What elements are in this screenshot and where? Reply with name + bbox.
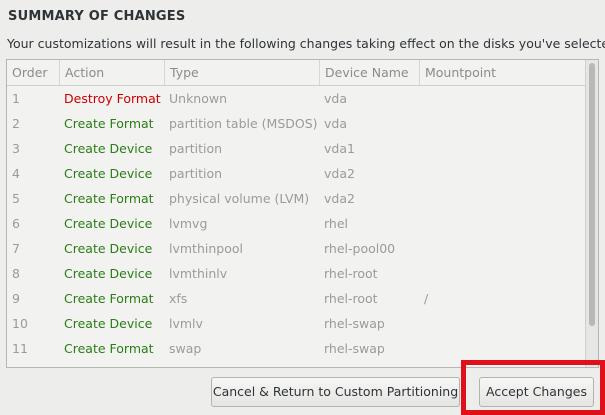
cell-mountpoint: /boot bbox=[419, 361, 456, 367]
cell-action: Create Format bbox=[64, 116, 154, 131]
cell-action: Create Device bbox=[64, 316, 153, 331]
cell-device-name: vda2 bbox=[324, 191, 355, 206]
cell-mountpoint bbox=[419, 336, 424, 361]
cell-type: lvmlv bbox=[169, 316, 203, 331]
cell-order: 4 bbox=[12, 166, 20, 181]
cell-order: 7 bbox=[12, 241, 20, 256]
table-row[interactable]: 9 Create Format xfs rhel-root / bbox=[7, 286, 585, 311]
cell-device-name: vda1 bbox=[324, 141, 355, 156]
cell-device-name: vda bbox=[324, 116, 347, 131]
cell-order: 3 bbox=[12, 141, 20, 156]
table-row[interactable]: 11 Create Format swap rhel-swap bbox=[7, 336, 585, 361]
table-row[interactable]: 10 Create Device lvmlv rhel-swap bbox=[7, 311, 585, 336]
cell-order: 11 bbox=[12, 341, 28, 356]
column-header-action[interactable]: Action bbox=[59, 60, 164, 85]
cell-mountpoint bbox=[419, 136, 424, 161]
cell-device-name: rhel bbox=[324, 216, 349, 231]
table-row[interactable]: 8 Create Device lvmthinlv rhel-root bbox=[7, 261, 585, 286]
table-header: Order Action Type Device Name Mountpoint bbox=[7, 60, 585, 86]
table-body: 1 Destroy Format Unknown vda 2 Create Format p… bbox=[7, 86, 585, 367]
cell-device-name: rhel-root bbox=[324, 291, 378, 306]
cell-action: Create Format bbox=[64, 341, 154, 356]
column-header-mountpoint[interactable]: Mountpoint bbox=[419, 60, 587, 85]
cell-order: 8 bbox=[12, 266, 20, 281]
cell-device-name: vda1 bbox=[319, 361, 355, 367]
cell-order: 6 bbox=[12, 216, 20, 231]
cell-action: Create Device bbox=[64, 266, 153, 281]
table-row[interactable]: 3 Create Device partition vda1 bbox=[7, 136, 585, 161]
cell-order: 2 bbox=[12, 116, 20, 131]
cell-action: Create Format bbox=[64, 191, 154, 206]
cell-order: 10 bbox=[12, 316, 28, 331]
cell-action: Destroy Format bbox=[64, 91, 161, 106]
cell-action: Create Device bbox=[64, 141, 153, 156]
cell-action: Create Format bbox=[59, 361, 154, 367]
cell-action: Create Device bbox=[64, 216, 153, 231]
cell-device-name: rhel-swap bbox=[324, 341, 385, 356]
table-row[interactable]: 4 Create Device partition vda2 bbox=[7, 161, 585, 186]
column-header-type[interactable]: Type bbox=[164, 60, 319, 85]
table-row[interactable]: 5 Create Format physical volume (LVM) vda2 bbox=[7, 186, 585, 211]
table-row[interactable]: 2 Create Format partition table (MSDOS) vda bbox=[7, 111, 585, 136]
cell-type: xfs bbox=[169, 291, 188, 306]
summary-title: SUMMARY OF CHANGES bbox=[8, 9, 186, 24]
column-header-order[interactable]: Order bbox=[7, 60, 59, 85]
cell-type: Unknown bbox=[169, 91, 228, 106]
highlight-annotation-box bbox=[461, 360, 605, 415]
cell-mountpoint bbox=[419, 211, 424, 236]
cell-mountpoint bbox=[419, 261, 424, 286]
table-row[interactable]: 6 Create Device lvmvg rhel bbox=[7, 211, 585, 236]
cell-type: swap bbox=[169, 341, 202, 356]
cell-action: Create Device bbox=[64, 241, 153, 256]
cell-mountpoint bbox=[419, 236, 424, 261]
cell-type: partition bbox=[169, 141, 223, 156]
cell-order: 1 bbox=[12, 91, 20, 106]
cell-device-name: rhel-swap bbox=[324, 316, 385, 331]
cell-order: 9 bbox=[12, 291, 20, 306]
cell-device-name: vda bbox=[324, 91, 347, 106]
cell-type: lvmthinpool bbox=[169, 241, 243, 256]
cell-action: Create Format bbox=[64, 291, 154, 306]
scrollbar-thumb[interactable] bbox=[589, 63, 595, 326]
cell-type: lvmvg bbox=[169, 216, 208, 231]
cell-device-name: rhel-root bbox=[324, 266, 378, 281]
cell-order: 12 bbox=[7, 361, 28, 367]
changes-table: Order Action Type Device Name Mountpoint… bbox=[6, 59, 599, 368]
cell-mountpoint bbox=[419, 161, 424, 186]
table-row[interactable]: 7 Create Device lvmthinpool rhel-pool00 bbox=[7, 236, 585, 261]
cell-type: partition bbox=[169, 166, 223, 181]
cell-type: partition table (MSDOS) bbox=[169, 116, 318, 131]
cancel-return-button[interactable]: Cancel & Return to Custom Partitioning bbox=[211, 377, 460, 407]
table-row[interactable]: 1 Destroy Format Unknown vda bbox=[7, 86, 585, 111]
cell-mountpoint bbox=[419, 86, 424, 111]
cell-mountpoint bbox=[419, 186, 424, 211]
cell-mountpoint: / bbox=[424, 291, 429, 306]
cell-device-name: vda2 bbox=[324, 166, 355, 181]
cell-order: 5 bbox=[12, 191, 20, 206]
cell-type: lvmthinlv bbox=[169, 266, 228, 281]
summary-subtitle: Your customizations will result in the f… bbox=[7, 36, 605, 51]
table-scrollbar[interactable] bbox=[585, 60, 598, 367]
column-header-device-name[interactable]: Device Name bbox=[319, 60, 419, 85]
cell-mountpoint bbox=[419, 111, 424, 136]
cell-mountpoint bbox=[419, 311, 424, 336]
cell-type: physical volume (LVM) bbox=[169, 191, 310, 206]
cell-device-name: rhel-pool00 bbox=[324, 241, 396, 256]
cell-action: Create Device bbox=[64, 166, 153, 181]
cell-type: xfs bbox=[164, 361, 187, 367]
